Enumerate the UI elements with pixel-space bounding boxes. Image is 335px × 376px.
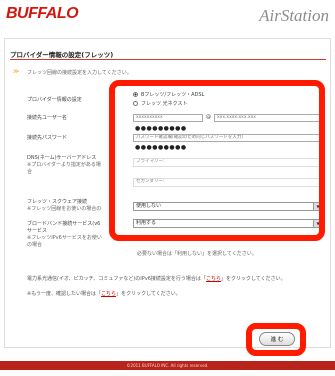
broadband-label-2: サービス [27,228,48,234]
broadband-select[interactable]: 利用する ▼ [133,219,323,228]
ipv6-link[interactable]: こちら [206,276,221,282]
broadband-note-3: の場合 [27,242,43,248]
copyright-bar: ©2011 BUFFALO INC. All rights reserved. [0,361,335,370]
dns-primary-field[interactable]: プライマリー: [133,158,323,167]
password-label: 接続先パスワード [27,135,68,141]
radio-hikari-next[interactable]: フレッツ 光ネクスト [133,100,187,107]
password-confirm-value: ●●●●●●●●● [135,144,187,151]
recheck-note-suffix: 」をクリックしてください。 [116,291,181,297]
buffalo-logo: BUFFALO [6,5,79,22]
domain-field[interactable]: xxx.xxxx.xxx.xxx [214,114,323,122]
recheck-note-text: ※もう一度、確認したい場合は「 [27,291,102,297]
password-confirm-field[interactable]: パスワード確認欄(確認のため同じパスワードを入力) [133,134,323,142]
ipv6-note-text: 電力系光通信(イオ、ピカッチ、コミュファなど)のIPv6接続設定を行う場合は「 [27,276,206,282]
at-sign: @ [206,114,211,120]
username-field[interactable]: xxxxxxxxxx [133,114,203,122]
broadband-label: ブロードバンド接続サービス(v6 [27,221,101,227]
radio-bflets[interactable]: Bフレッツ/フレッツ・ADSL [133,91,204,98]
arrow-icon: ≫ [13,68,20,75]
broadband-note: ※フレッツIPv6サービスをお使い [27,235,102,241]
dns-label: DNS(ネーム)サーバーアドレス [27,155,97,161]
dropdown-arrow-icon[interactable]: ▼ [313,203,322,210]
settings-panel: プロバイダー情報の設定(フレッツ) ≫ フレッツ回線の接続設定を入力してください… [4,38,331,348]
ipv6-note-suffix: 」をクリックしてください。 [220,276,286,282]
flets-square-value: 使用しない [136,203,162,209]
dns-note: ※プロバイダーより指定がある場 [27,162,101,168]
flets-square-label: フレッツ・スクウェア接続 [27,199,88,205]
next-button[interactable]: 進 む [259,332,295,346]
recheck-note: ※もう一度、確認したい場合は「こちら」をクリックしてください。 [27,291,181,298]
flets-square-note: ※フレッツ回線をお使いの場合の [27,206,102,212]
dropdown-arrow-icon[interactable]: ▼ [313,220,322,227]
password-field[interactable]: ●●●●●●●●● [135,125,187,132]
dns-note-2: 合 [27,169,33,175]
radio-hikari-next-label: フレッツ 光ネクスト [141,101,188,107]
flets-square-select[interactable]: 使用しない ▼ [133,202,323,211]
radio-hikari-next-button[interactable] [133,101,138,106]
page-title: プロバイダー情報の設定(フレッツ) [10,51,114,59]
intro-text: フレッツ回線の接続設定を入力してください。 [27,70,132,76]
radio-bflets-label: Bフレッツ/フレッツ・ADSL [141,92,205,98]
broadband-hint: 必要ない場合は「利用しない」を選択してください。 [137,251,257,257]
username-label: 接続先ユーザー名 [27,115,67,121]
radio-bflets-button[interactable] [133,92,138,97]
dns-secondary-field[interactable]: セカンダリー: [133,178,323,187]
title-divider [10,59,326,60]
header: BUFFALO AirStation [0,0,335,34]
ipv6-note: 電力系光通信(イオ、ピカッチ、コミュファなど)のIPv6接続設定を行う場合は「こ… [27,276,286,283]
broadband-value: 利用する [136,220,157,226]
airstation-brand: AirStation [259,6,329,25]
recheck-link[interactable]: こちら [101,291,116,297]
provider-info-label: プロバイダー情報の設定 [27,97,82,103]
